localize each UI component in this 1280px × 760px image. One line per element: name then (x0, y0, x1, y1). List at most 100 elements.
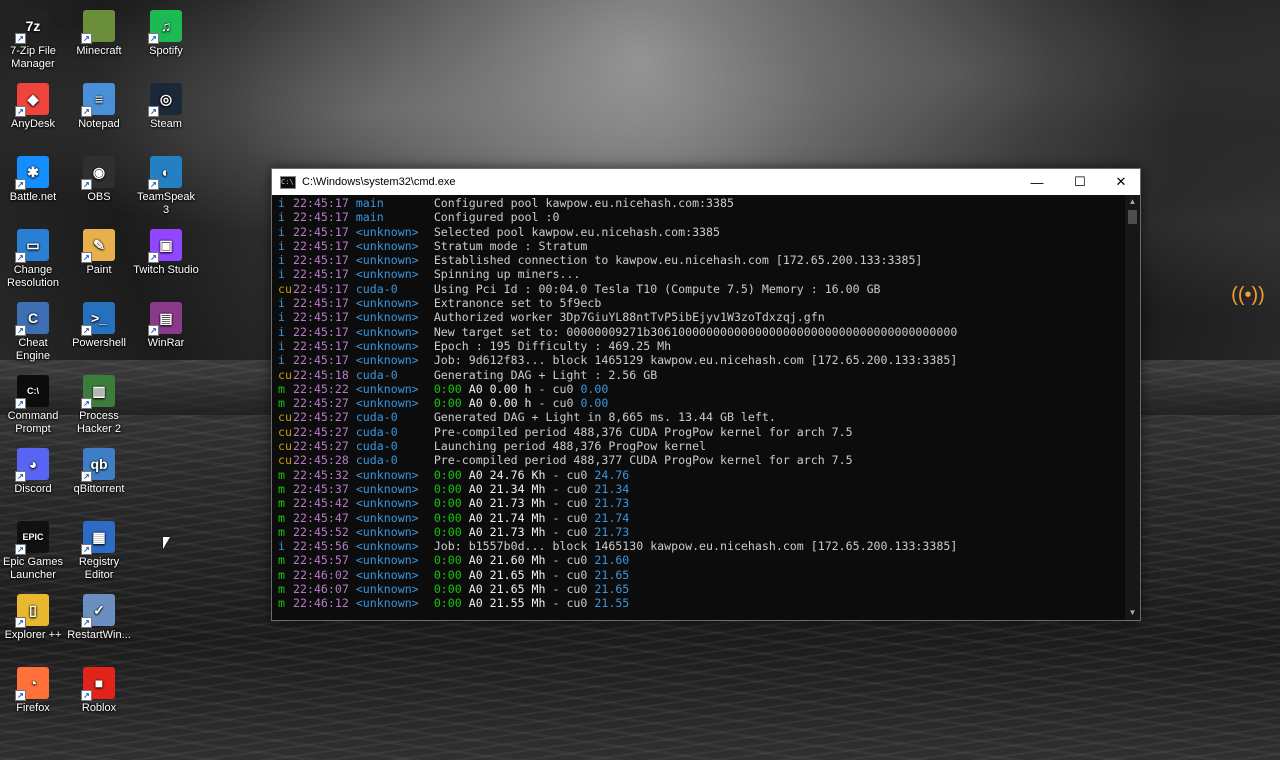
desktop-icon-7-zip-file-manager[interactable]: 7z ↗ 7-Zip File Manager (0, 4, 66, 71)
log-message: Selected pool kawpow.eu.nicehash.com:338… (433, 224, 720, 239)
desktop-icon-powershell[interactable]: >_ ↗ Powershell (66, 296, 132, 350)
desktop-icon-twitch-studio[interactable]: ▣ ↗ Twitch Studio (133, 223, 199, 277)
paint-icon: ✎ ↗ (81, 229, 115, 263)
desktop-icon-anydesk[interactable]: ◆ ↗ AnyDesk (0, 77, 66, 131)
device-id: cu0 (566, 596, 588, 611)
desktop-icon-roblox[interactable]: ■ ↗ Roblox (66, 661, 132, 715)
log-source: <unknown> (355, 467, 419, 482)
device-hashrate: 21.73 (594, 524, 630, 539)
hashrate: A0 21.73 Mh (468, 524, 546, 539)
log-source: <unknown> (355, 567, 419, 582)
twitch-studio-icon: ▣ ↗ (148, 229, 182, 263)
cheat-engine-icon: C ↗ (15, 302, 49, 336)
firefox-icon: ◔ ↗ (15, 667, 49, 701)
broadcast-icon[interactable]: ((•)) (1230, 280, 1266, 310)
shortcut-arrow-icon: ↗ (15, 690, 26, 701)
console-line: m 22:45:47 <unknown> 0:00 A0 21.74 Mh - c… (278, 510, 630, 525)
discord-icon: ◕ ↗ (15, 448, 49, 482)
scrollbar[interactable]: ▲ ▼ (1125, 195, 1140, 620)
roblox-icon: ■ ↗ (81, 667, 115, 701)
console-line: i 22:45:17 <unknown> Selected pool kawpow… (278, 225, 1125, 239)
epic-games-launcher-icon: EPIC ↗ (15, 521, 49, 555)
log-timestamp: 22:45:17 (293, 310, 349, 325)
log-message: Job: b1557b0d... block 1465130 kawpow.eu… (433, 539, 958, 554)
scroll-up-icon[interactable]: ▲ (1125, 195, 1140, 209)
console-line: i 22:45:17 <unknown> Job: 9d612f83... blo… (278, 353, 1125, 367)
window-titlebar[interactable]: C:\ C:\Windows\system32\cmd.exe — ☐ ✕ (272, 169, 1140, 195)
scroll-down-icon[interactable]: ▼ (1125, 606, 1140, 620)
console-line: i 22:45:17 <unknown> Epoch : 195 Difficul… (278, 339, 1125, 353)
shortcut-arrow-icon: ↗ (81, 106, 92, 117)
log-source: main (355, 210, 384, 225)
desktop-icon-explorer[interactable]: ▯ ↗ Explorer ++ (0, 588, 66, 642)
shortcut-arrow-icon: ↗ (81, 252, 92, 263)
desktop-icon-label: Twitch Studio (133, 264, 199, 276)
desktop-icon-spotify[interactable]: ♫ ↗ Spotify (133, 4, 199, 58)
desktop-icon-label: Notepad (78, 118, 120, 130)
uptime: 0:00 (433, 496, 462, 511)
console-line: i 22:45:17 <unknown> Authorized worker 3D… (278, 310, 1125, 324)
console-line: m 22:45:27 <unknown> 0:00 A0 0.00 h - cu0… (278, 396, 609, 411)
log-message: Pre-compiled period 488,376 CUDA ProgPow… (433, 424, 853, 439)
desktop-icon-teamspeak-3[interactable]: ◐ ↗ TeamSpeak 3 (133, 150, 199, 217)
log-level: m (278, 553, 285, 568)
desktop-icon-steam[interactable]: ◎ ↗ Steam (133, 77, 199, 131)
desktop-icon-qbittorrent[interactable]: qb ↗ qBittorrent (66, 442, 132, 496)
desktop-icon-notepad[interactable]: ≡ ↗ Notepad (66, 77, 132, 131)
shortcut-arrow-icon: ↗ (81, 617, 92, 628)
shortcut-arrow-icon: ↗ (81, 179, 92, 190)
mouse-cursor-icon (163, 537, 170, 549)
desktop-icon-change-resolution[interactable]: ▭ ↗ Change Resolution (0, 223, 66, 290)
shortcut-arrow-icon: ↗ (15, 325, 26, 336)
desktop-icon-label: Discord (14, 483, 52, 495)
desktop-icon-process-hacker-2[interactable]: ▥ ↗ Process Hacker 2 (66, 369, 132, 436)
close-button[interactable]: ✕ (1101, 169, 1141, 195)
desktop-icon-label: WinRar (147, 337, 185, 349)
desktop-icon-discord[interactable]: ◕ ↗ Discord (0, 442, 66, 496)
cmd-window[interactable]: C:\ C:\Windows\system32\cmd.exe — ☐ ✕ i2… (271, 168, 1141, 621)
desktop-icon-minecraft[interactable]: ↗ Minecraft (66, 4, 132, 58)
device-hashrate: 21.55 (594, 596, 630, 611)
desktop-icon-label: 7-Zip File Manager (10, 45, 56, 70)
log-timestamp: 22:45:17 (293, 324, 349, 339)
powershell-icon: >_ ↗ (81, 302, 115, 336)
log-source: <unknown> (355, 582, 419, 597)
desktop-icon-command-prompt[interactable]: C:\ ↗ Command Prompt (0, 369, 66, 436)
battle-net-icon: ✱ ↗ (15, 156, 49, 190)
desktop-icon-restartwin[interactable]: ✓ ↗ RestartWin... (66, 588, 132, 642)
log-level: m (278, 467, 285, 482)
log-message: Generating DAG + Light : 2.56 GB (433, 367, 658, 382)
log-timestamp: 22:45:47 (293, 510, 349, 525)
desktop-icon-firefox[interactable]: ◔ ↗ Firefox (0, 661, 66, 715)
log-level: m (278, 567, 285, 582)
spotify-icon: ♫ ↗ (148, 10, 182, 44)
minimize-button[interactable]: — (1017, 169, 1057, 195)
log-source: <unknown> (355, 381, 419, 396)
log-source: cuda-0 (355, 453, 398, 468)
desktop-icon-obs[interactable]: ◉ ↗ OBS (66, 150, 132, 204)
maximize-button[interactable]: ☐ (1060, 169, 1100, 195)
log-timestamp: 22:45:17 (293, 281, 349, 296)
desktop-icon-registry-editor[interactable]: ▦ ↗ Registry Editor (66, 515, 132, 582)
desktop-icon-epic-games-launcher[interactable]: EPIC ↗ Epic Games Launcher (0, 515, 66, 582)
console-line: cu22:45:28 cuda-0 Pre-compiled period 48… (278, 453, 1125, 467)
shortcut-arrow-icon: ↗ (15, 544, 26, 555)
scroll-thumb[interactable] (1128, 210, 1137, 224)
console-output[interactable]: i 22:45:17 main Configured pool kawpow.eu… (272, 195, 1125, 620)
log-source: <unknown> (355, 496, 419, 511)
desktop-icon-winrar[interactable]: ▤ ↗ WinRar (133, 296, 199, 350)
device-id: cu0 (566, 582, 588, 597)
desktop-icon-paint[interactable]: ✎ ↗ Paint (66, 223, 132, 277)
log-timestamp: 22:46:07 (293, 582, 349, 597)
device-id: cu0 (552, 381, 574, 396)
desktop-icon-label: Change Resolution (7, 264, 59, 289)
log-level: i (278, 210, 285, 225)
log-level: m (278, 596, 285, 611)
hashrate: A0 21.55 Mh (468, 596, 546, 611)
log-message: Epoch : 195 Difficulty : 469.25 Mh (433, 338, 672, 353)
log-timestamp: 22:45:17 (293, 253, 349, 268)
desktop-icon-battle-net[interactable]: ✱ ↗ Battle.net (0, 150, 66, 204)
desktop-icon-cheat-engine[interactable]: C ↗ Cheat Engine (0, 296, 66, 363)
uptime: 0:00 (433, 381, 462, 396)
hashrate: A0 24.76 Kh (468, 467, 546, 482)
